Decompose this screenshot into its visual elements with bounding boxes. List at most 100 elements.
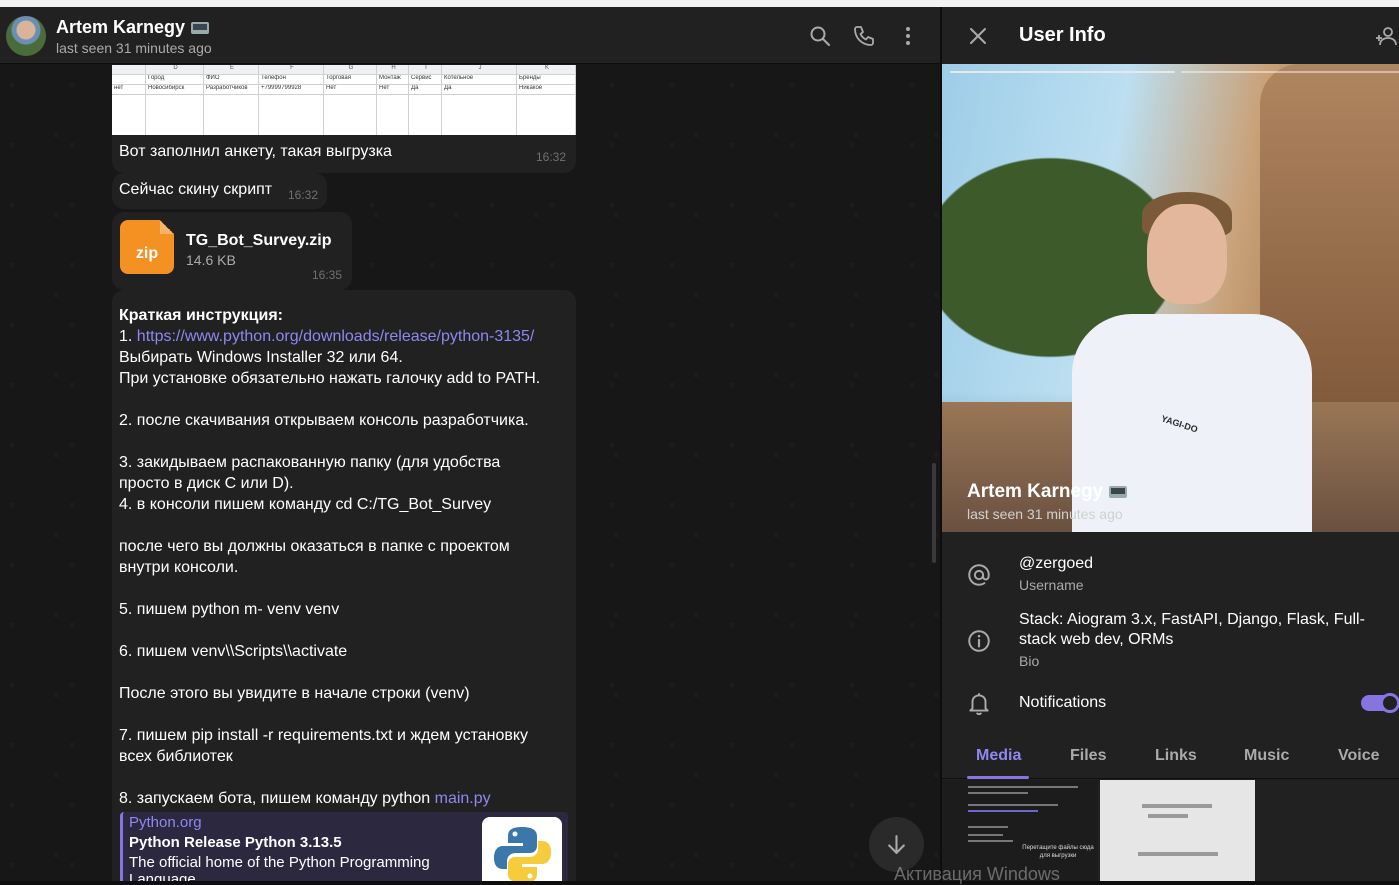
python-logo: [482, 817, 562, 881]
message-time: 16:35: [312, 268, 343, 282]
tab-music[interactable]: Music: [1244, 747, 1289, 765]
sheet-cell: Разработчиков: [204, 85, 259, 94]
instruction-line: внутри консоли.: [119, 559, 239, 576]
sheet-value-row: нет Новосибирск Разработчиков +799997999…: [112, 85, 576, 95]
instruction-line: просто в диск С или D).: [119, 475, 294, 492]
bell-icon: [969, 693, 989, 716]
avatar[interactable]: [6, 16, 46, 56]
notifications-label: Notifications: [1019, 694, 1107, 711]
chat-area: Artem Karnegy last seen 31 minutes ago D…: [0, 7, 940, 881]
sheet-header-row: Город ФИО Телефон Торговая Монтаж Сервис…: [112, 75, 576, 85]
media-tabs: Media Files Links Music Voice: [942, 737, 1399, 779]
sheet-col: I: [409, 65, 442, 74]
instruction-line: всех библиотек: [119, 748, 233, 765]
sheet-cell: Да: [409, 85, 442, 94]
sheet-cell: Да: [442, 85, 517, 94]
close-icon[interactable]: [966, 24, 990, 48]
link-preview[interactable]: Python.org Python Release Python 3.13.5 …: [120, 812, 568, 881]
profile-status: last seen 31 minutes ago: [967, 506, 1123, 522]
sheet-col: J: [442, 65, 517, 74]
info-icon: [968, 630, 990, 652]
instruction-line: 6. пишем venv\\Scripts\\activate: [119, 643, 348, 660]
sheet-cell: +79999799928: [259, 85, 324, 94]
instruction-line: При установке обязательно нажать галочку…: [119, 370, 541, 387]
sheet-cell: Монтаж: [377, 75, 409, 84]
tab-files[interactable]: Files: [1070, 747, 1106, 765]
sheet-cell: Бренды: [517, 75, 576, 84]
zip-file-icon[interactable]: zip: [120, 220, 174, 274]
sheet-cell: Телефон: [259, 75, 324, 84]
instruction-prefix: 8. запускаем бота, пишем команду python: [119, 790, 435, 807]
sheet-col: D: [146, 65, 204, 74]
sheet-col: K: [517, 65, 576, 74]
username-value[interactable]: @zergoed: [1019, 554, 1093, 574]
chat-scrollbar[interactable]: [932, 463, 936, 563]
instruction-line: 5. пишем python m- venv venv: [119, 601, 340, 618]
sheet-cell: нет: [112, 85, 146, 94]
notifications-toggle[interactable]: [1361, 693, 1399, 713]
chat-title[interactable]: Artem Karnegy: [56, 17, 210, 38]
sheet-col: G: [324, 65, 377, 74]
photo-face: [1147, 204, 1227, 304]
instruction-line: 4. в консоли пишем команду cd C:/TG_Bot_…: [119, 496, 492, 513]
file-size: 14.6 KB: [186, 252, 236, 268]
photo-progress-next: [1181, 71, 1399, 73]
main-py-link[interactable]: main.py: [435, 790, 491, 807]
sheet-column-row: D E F G H I J K: [112, 65, 576, 75]
sheet-cell: Нет: [377, 85, 409, 94]
profile-name: Artem Karnegy: [967, 481, 1128, 503]
message-text: Вот заполнил анкету, такая выгрузка: [119, 143, 392, 160]
profile-photo[interactable]: YAGI-DO: [942, 64, 1399, 532]
sheet-cell: Сервис: [409, 75, 442, 84]
search-icon[interactable]: [808, 24, 832, 48]
spreadsheet-image[interactable]: D E F G H I J K Город ФИО Телефон Торгов…: [112, 65, 576, 142]
bio-value[interactable]: Stack: Aiogram 3.x, FastAPI, Django, Fla…: [1019, 610, 1394, 650]
phone-icon[interactable]: [852, 24, 876, 48]
sheet-cell: Новосибирск: [146, 85, 204, 94]
message-time: 16:32: [288, 188, 319, 202]
instruction-line: 3. закидываем распакованную папку (для у…: [119, 454, 501, 471]
instruction-line: 1. https://www.python.org/downloads/rele…: [119, 326, 540, 347]
more-icon[interactable]: [896, 24, 920, 48]
preview-description: The official home of the Python Programm…: [129, 854, 430, 881]
instruction-text: Краткая инструкция: 1. https://www.pytho…: [119, 305, 540, 809]
active-tab-indicator: [967, 776, 1029, 779]
message-time: 16:32: [536, 150, 567, 164]
windows-activation-watermark: Активация Windows: [894, 864, 1060, 884]
username-label: Username: [1019, 577, 1084, 593]
sheet-cell: Котельное: [442, 75, 517, 84]
instruction-line: 7. пишем pip install -r requirements.txt…: [119, 727, 529, 744]
sheet-cell: Никакое: [517, 85, 576, 94]
file-name[interactable]: TG_Bot_Survey.zip: [186, 232, 332, 250]
sheet-col: H: [377, 65, 409, 74]
python-download-link[interactable]: https://www.python.org/downloads/release…: [137, 328, 535, 345]
telegram-window: Artem Karnegy last seen 31 minutes ago D…: [0, 0, 1399, 884]
instruction-heading: Краткая инструкция:: [119, 307, 283, 324]
toggle-knob: [1380, 693, 1399, 713]
arrow-down-icon: [888, 835, 905, 854]
tab-voice[interactable]: Voice: [1338, 747, 1380, 765]
zip-file-icon-label: zip: [135, 245, 159, 262]
tab-media[interactable]: Media: [976, 747, 1021, 765]
sheet-cell: ФИО: [204, 75, 259, 84]
instruction-line: 2. после скачивания открываем консоль ра…: [119, 412, 529, 429]
chat-header[interactable]: Artem Karnegy last seen 31 minutes ago: [0, 7, 940, 64]
laptop-icon: [1109, 486, 1128, 498]
chat-status: last seen 31 minutes ago: [56, 40, 212, 56]
instruction-line: после чего вы должны оказаться в папке с…: [119, 538, 510, 555]
preview-title: Python Release Python 3.13.5: [129, 834, 342, 851]
instruction-line: Выбирать Windows Installer 32 или 64.: [119, 349, 403, 366]
sheet-cell: Нет: [324, 85, 377, 94]
window-top-strip: [0, 0, 1399, 7]
add-contact-icon[interactable]: [1374, 24, 1398, 48]
preview-site: Python.org: [129, 814, 202, 831]
bio-label: Bio: [1019, 653, 1040, 669]
sheet-col: F: [259, 65, 324, 74]
message-text: Сейчас скину скрипт: [119, 181, 273, 198]
sheet-cell: Город: [146, 75, 204, 84]
photo-progress: [950, 71, 1399, 73]
media-thumbnail[interactable]: [1100, 780, 1255, 881]
tab-links[interactable]: Links: [1155, 747, 1197, 765]
user-info-panel: User Info YAGI-DO Artem Karnegy last see…: [941, 7, 1399, 881]
sheet-cell: Торговая: [324, 75, 377, 84]
